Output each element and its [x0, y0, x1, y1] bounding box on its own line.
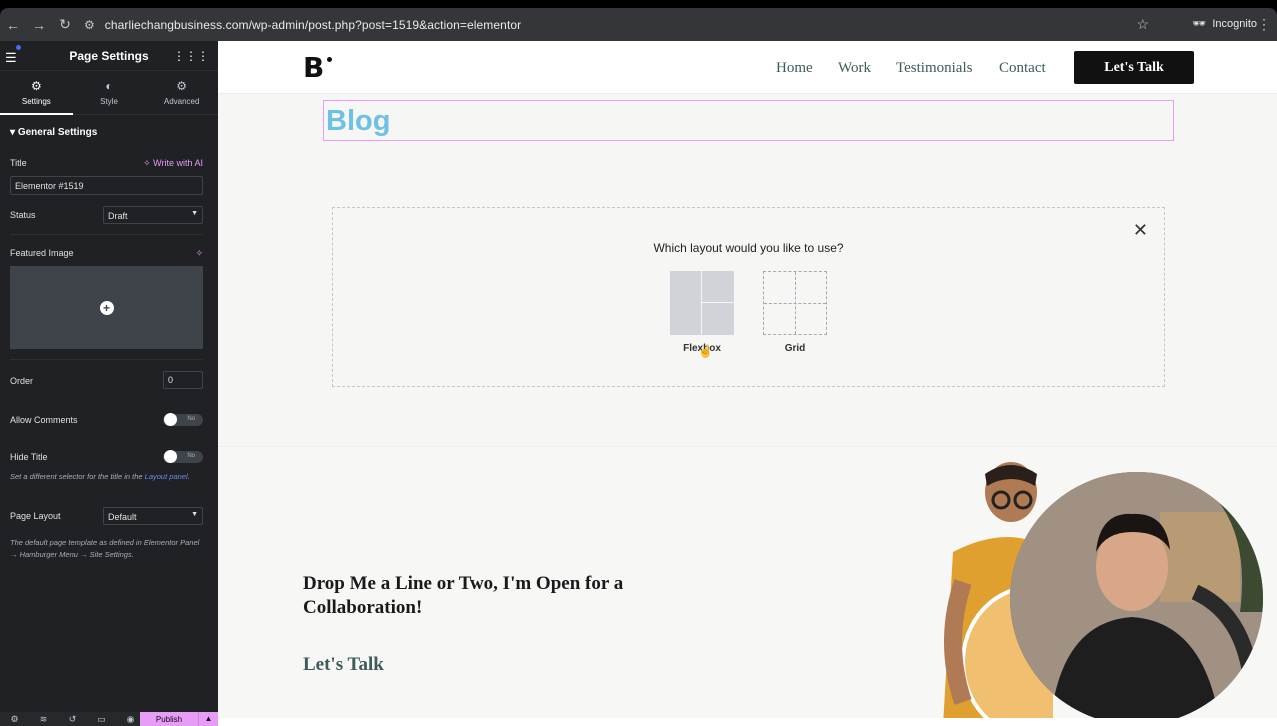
- notification-dot: [16, 45, 21, 50]
- title-row: Title ✧ Write with AI: [10, 158, 203, 168]
- plus-circle-icon: +: [99, 300, 114, 315]
- toggle-knob: [164, 450, 177, 463]
- close-icon[interactable]: ✕: [1133, 220, 1148, 241]
- cog-icon: ⚙: [176, 79, 188, 93]
- blog-title: Blog: [326, 105, 391, 137]
- gear-icon: ⚙: [30, 79, 42, 93]
- tab-label: Settings: [21, 97, 51, 106]
- order-input[interactable]: 0: [163, 371, 203, 389]
- settings-gear-icon[interactable]: ⚙: [0, 714, 29, 725]
- featured-image-picker[interactable]: +: [10, 266, 203, 349]
- help-text: Set a different selector for the title i…: [10, 472, 143, 481]
- toggle-knob: [164, 413, 177, 426]
- bottom-strip: [218, 718, 1277, 726]
- layout-question: Which layout would you like to use?: [653, 241, 844, 255]
- nav-contact[interactable]: Contact: [999, 60, 1046, 77]
- page-layout-select[interactable]: Default ▼: [103, 507, 203, 525]
- featured-image-label: Featured Image: [10, 248, 74, 258]
- page-layout-value: Default: [108, 512, 137, 522]
- tab-label: Style: [100, 97, 118, 106]
- contact-section: Drop Me a Line or Two, I'm Open for a Co…: [218, 447, 1277, 726]
- write-with-ai-button[interactable]: ✧ Write with AI: [143, 158, 203, 169]
- nav-home[interactable]: Home: [776, 60, 813, 77]
- star-icon[interactable]: ☆: [1136, 16, 1149, 33]
- flexbox-preview-icon: [670, 271, 734, 335]
- tab-style[interactable]: ◐ Style: [73, 71, 146, 114]
- grid-label: Grid: [784, 343, 806, 354]
- browser-toolbar: ← → ↻ ⚙ charliechangbusiness.com/wp-admi…: [0, 8, 1277, 41]
- hand-cursor-icon: ☝: [698, 344, 713, 358]
- half-circle-icon: ◐: [105, 79, 113, 93]
- hide-title-help: Set a different selector for the title i…: [10, 471, 200, 483]
- reload-icon[interactable]: ↻: [52, 16, 78, 33]
- ai-sparkle-icon[interactable]: ✧: [195, 248, 203, 259]
- incognito-indicator[interactable]: 🕶 Incognito: [1192, 17, 1257, 31]
- layout-option-grid[interactable]: Grid: [763, 271, 827, 354]
- hamburger-menu-icon[interactable]: ☰: [5, 50, 17, 66]
- window-top: [0, 0, 1277, 8]
- toggle-label: No: [187, 416, 195, 422]
- allow-comments-toggle[interactable]: No: [163, 413, 203, 426]
- nav-testimonials[interactable]: Testimonials: [896, 60, 972, 77]
- site-settings-icon[interactable]: ⚙: [84, 18, 95, 32]
- navigator-layers-icon[interactable]: ≋: [29, 714, 58, 725]
- title-input[interactable]: Elementor #1519: [10, 176, 203, 195]
- kebab-menu-icon[interactable]: ⋮: [1257, 16, 1271, 33]
- layout-option-flexbox[interactable]: Flexbox: [670, 271, 734, 354]
- webcam-overlay: [1010, 472, 1263, 725]
- tab-advanced[interactable]: ⚙ Advanced: [145, 71, 218, 114]
- incognito-icon: 🕶: [1192, 18, 1207, 30]
- address-bar[interactable]: ⚙ charliechangbusiness.com/wp-admin/post…: [84, 8, 1277, 41]
- tab-label: Advanced: [163, 97, 200, 106]
- contact-link[interactable]: Let's Talk: [303, 654, 384, 676]
- url-text[interactable]: charliechangbusiness.com/wp-admin/post.p…: [105, 18, 522, 32]
- history-icon[interactable]: ↺: [58, 714, 87, 725]
- publish-button[interactable]: Publish: [140, 712, 198, 726]
- page-layout-help: The default page template as defined in …: [10, 538, 200, 559]
- divider: [10, 359, 203, 360]
- title-label: Title: [10, 158, 27, 168]
- site-logo[interactable]: B: [303, 51, 324, 84]
- write-with-ai-label: Write with AI: [153, 158, 203, 168]
- chevron-down-icon: ▼: [191, 210, 198, 217]
- nav-work[interactable]: Work: [838, 60, 871, 77]
- contact-heading: Drop Me a Line or Two, I'm Open for a Co…: [303, 573, 624, 618]
- layout-panel-link[interactable]: Layout panel: [145, 472, 188, 481]
- section-title: General Settings: [17, 127, 98, 138]
- incognito-label: Incognito: [1212, 17, 1257, 30]
- chevron-down-icon: ▼: [191, 511, 198, 518]
- featured-image-row: Featured Image ✧: [10, 248, 203, 258]
- status-select[interactable]: Draft ▼: [103, 206, 203, 224]
- panel-footer: ⚙ ≋ ↺ ▭ ◉ Publish ▲: [0, 712, 218, 726]
- divider: [10, 234, 203, 235]
- chevron-up-icon[interactable]: ▲: [198, 712, 218, 726]
- back-arrow-icon[interactable]: ←: [0, 17, 26, 33]
- grid-preview-icon: [763, 271, 827, 335]
- layout-picker: ✕ Which layout would you like to use? Fl…: [332, 207, 1165, 387]
- section-toggle-general-settings[interactable]: ▾ General Settings: [0, 115, 218, 148]
- site-header: B Home Work Testimonials Contact Let's T…: [218, 41, 1277, 94]
- ai-sparkle-icon: ✧: [143, 158, 154, 168]
- logo-dot: [327, 57, 332, 62]
- toggle-label: No: [187, 453, 195, 459]
- elementor-panel: ☰ Page Settings ⋮⋮⋮ ⚙ Settings ◐ Style ⚙…: [0, 41, 218, 726]
- lets-talk-button[interactable]: Let's Talk: [1074, 51, 1194, 84]
- hide-title-toggle[interactable]: No: [163, 450, 203, 463]
- panel-header: ☰ Page Settings ⋮⋮⋮: [0, 41, 218, 71]
- tab-settings[interactable]: ⚙ Settings: [0, 71, 73, 115]
- responsive-mode-icon[interactable]: ▭: [87, 714, 116, 725]
- status-value: Draft: [108, 211, 128, 221]
- panel-title: Page Settings: [69, 48, 149, 63]
- panel-tabs: ⚙ Settings ◐ Style ⚙ Advanced: [0, 71, 218, 115]
- blog-heading-widget[interactable]: Blog: [323, 100, 1174, 141]
- forward-arrow-icon[interactable]: →: [26, 17, 52, 33]
- preview-canvas: B Home Work Testimonials Contact Let's T…: [218, 41, 1277, 726]
- widgets-grid-icon[interactable]: ⋮⋮⋮: [173, 49, 209, 63]
- help-period: .: [187, 472, 190, 481]
- caret-down-icon: ▾: [10, 127, 18, 138]
